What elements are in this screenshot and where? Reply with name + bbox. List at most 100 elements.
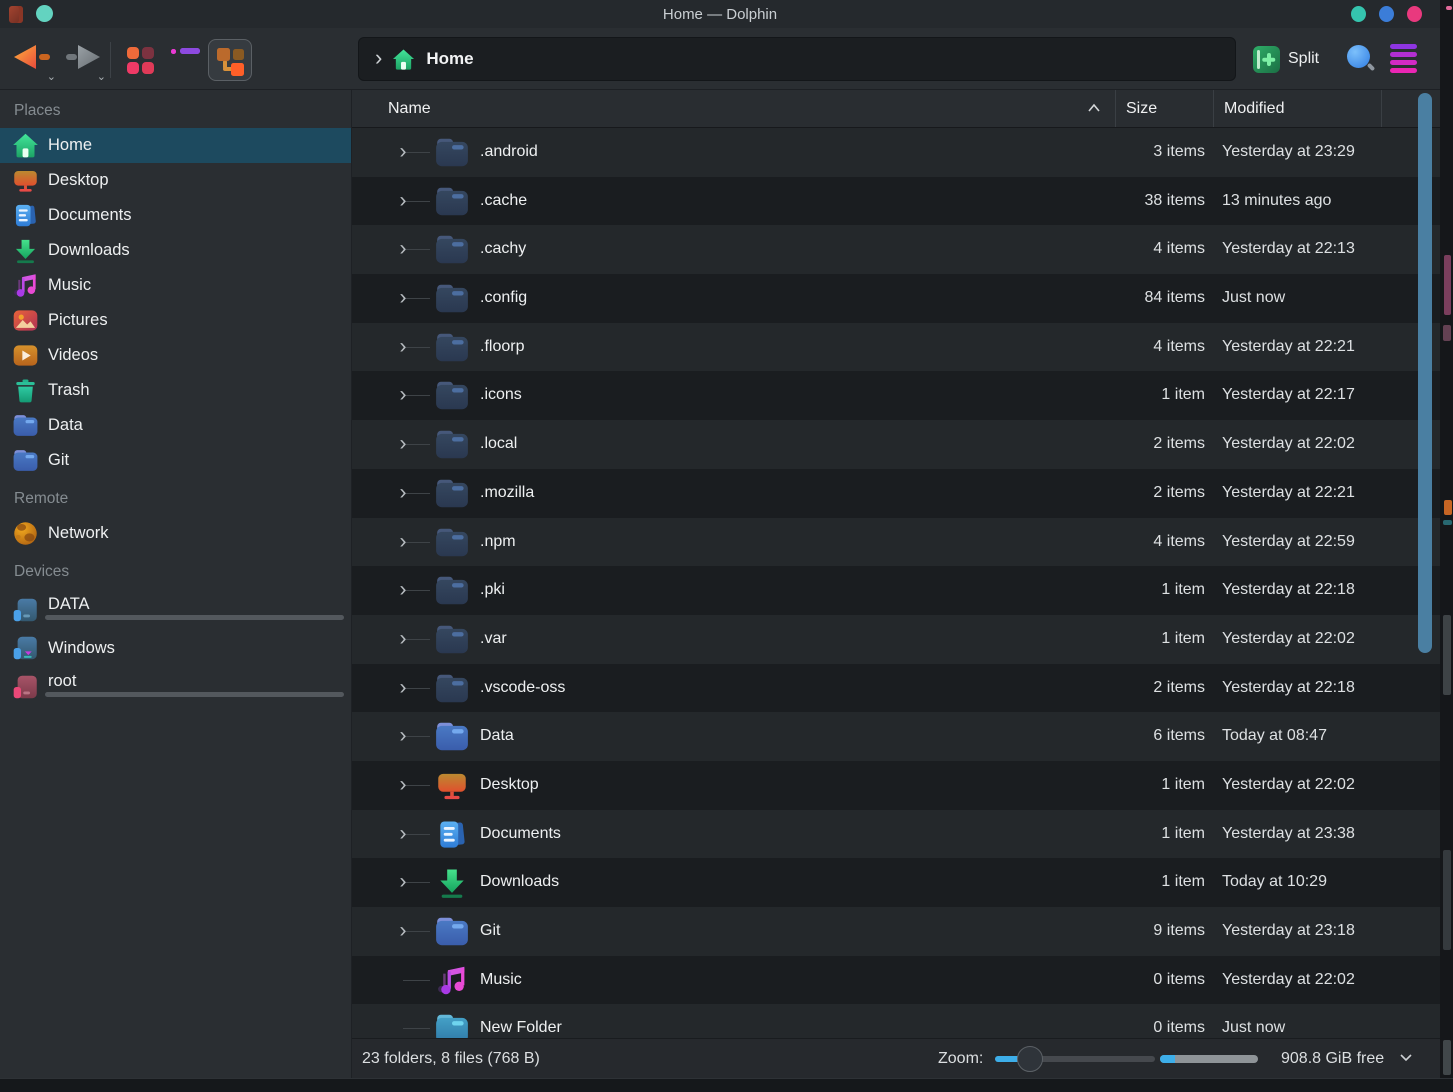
compact-view-button[interactable] xyxy=(163,39,207,81)
sidebar-section-header: Devices xyxy=(0,551,351,589)
expander-chevron-icon[interactable]: › xyxy=(394,136,412,168)
column-label: Modified xyxy=(1224,100,1284,118)
sidebar-item-pictures[interactable]: Pictures xyxy=(0,303,351,338)
expander-chevron-icon[interactable]: › xyxy=(394,331,412,363)
sidebar-item-documents[interactable]: Documents xyxy=(0,198,351,233)
pin-button[interactable] xyxy=(36,5,53,22)
drive-icon xyxy=(12,597,39,624)
table-row-.cache[interactable]: › .cache 38 items 13 minutes ago xyxy=(352,177,1440,226)
expander-chevron-icon[interactable]: › xyxy=(394,866,412,898)
sidebar-item-desktop[interactable]: Desktop xyxy=(0,163,351,198)
table-row-.vscode-oss[interactable]: › .vscode-oss 2 items Yesterday at 22:18 xyxy=(352,664,1440,713)
expander-chevron-icon[interactable]: › xyxy=(394,379,412,411)
forward-history-chevron-icon[interactable]: ⌄ xyxy=(97,70,106,83)
free-space-label[interactable]: 908.8 GiB free xyxy=(1281,1039,1384,1078)
file-modified: Yesterday at 22:59 xyxy=(1222,518,1355,567)
dolphin-window: Home — Dolphin ⌄ ⌄ xyxy=(0,0,1440,1078)
table-row-.icons[interactable]: › .icons 1 item Yesterday at 22:17 xyxy=(352,371,1440,420)
minimize-button[interactable] xyxy=(1351,6,1366,22)
expander-chevron-icon[interactable]: › xyxy=(394,623,412,655)
back-history-chevron-icon[interactable]: ⌄ xyxy=(47,70,56,83)
table-row-.var[interactable]: › .var 1 item Yesterday at 22:02 xyxy=(352,615,1440,664)
table-row-desktop[interactable]: › Desktop 1 item Yesterday at 22:02 xyxy=(352,761,1440,810)
expander-chevron-icon[interactable]: › xyxy=(394,915,412,947)
vertical-scrollbar[interactable] xyxy=(1412,90,1438,1038)
forward-button[interactable]: ⌄ xyxy=(62,39,106,79)
file-name: Data xyxy=(480,712,514,761)
expander-chevron-icon[interactable]: › xyxy=(394,818,412,850)
sidebar-item-network[interactable]: Network xyxy=(0,516,351,551)
expander-chevron-icon[interactable]: › xyxy=(394,720,412,752)
table-row-git[interactable]: › Git 9 items Yesterday at 23:18 xyxy=(352,907,1440,956)
table-row-.mozilla[interactable]: › .mozilla 2 items Yesterday at 22:21 xyxy=(352,469,1440,518)
column-header-size[interactable]: Size xyxy=(1115,90,1213,127)
column-header-name[interactable]: Name xyxy=(352,90,1115,127)
table-row-.android[interactable]: › .android 3 items Yesterday at 23:29 xyxy=(352,128,1440,177)
expander-chevron-icon[interactable]: › xyxy=(394,428,412,460)
file-modified: Yesterday at 23:38 xyxy=(1222,810,1355,859)
table-row-documents[interactable]: › Documents 1 item Yesterday at 23:38 xyxy=(352,810,1440,859)
table-row-new-folder[interactable]: New Folder 0 items Just now xyxy=(352,1004,1440,1038)
sidebar-item-git[interactable]: Git xyxy=(0,443,351,478)
back-icon-dash xyxy=(39,54,50,60)
table-row-music[interactable]: Music 0 items Yesterday at 22:02 xyxy=(352,956,1440,1005)
sidebar-item-label: Network xyxy=(48,524,109,543)
home-icon xyxy=(392,48,415,71)
scrollbar-thumb[interactable] xyxy=(1418,93,1432,653)
split-button[interactable]: Split xyxy=(1253,44,1319,74)
free-space-chevron-icon[interactable] xyxy=(1398,1051,1414,1063)
table-row-.local[interactable]: › .local 2 items Yesterday at 22:02 xyxy=(352,420,1440,469)
sidebar-item-trash[interactable]: Trash xyxy=(0,373,351,408)
table-row-.cachy[interactable]: › .cachy 4 items Yesterday at 22:13 xyxy=(352,225,1440,274)
table-row-.floorp[interactable]: › .floorp 4 items Yesterday at 22:21 xyxy=(352,323,1440,372)
sidebar-item-data[interactable]: DATA xyxy=(0,589,351,631)
hamburger-menu-button[interactable] xyxy=(1390,44,1422,74)
file-name: Git xyxy=(480,907,500,956)
icons-view-button[interactable] xyxy=(118,39,162,81)
location-bar[interactable]: › Home xyxy=(358,37,1236,81)
file-size: 9 items xyxy=(962,907,1205,956)
expander-chevron-icon[interactable]: › xyxy=(394,769,412,801)
sidebar-item-videos[interactable]: Videos xyxy=(0,338,351,373)
expander-chevron-icon[interactable]: › xyxy=(394,672,412,704)
sidebar-item-root[interactable]: root xyxy=(0,666,351,708)
expander-chevron-icon[interactable]: › xyxy=(394,526,412,558)
file-modified: Yesterday at 22:13 xyxy=(1222,225,1355,274)
expander-chevron-icon[interactable]: › xyxy=(394,574,412,606)
zoom-slider-handle[interactable] xyxy=(1017,1046,1043,1072)
expander-chevron-icon[interactable]: › xyxy=(394,233,412,265)
expander-chevron-icon[interactable]: › xyxy=(394,477,412,509)
maximize-button[interactable] xyxy=(1379,6,1394,22)
desktop-icon xyxy=(434,769,470,802)
sidebar-item-downloads[interactable]: Downloads xyxy=(0,233,351,268)
sidebar-item-windows[interactable]: Windows xyxy=(0,631,351,666)
column-header-modified[interactable]: Modified xyxy=(1213,90,1381,127)
desktop-fragment xyxy=(1444,255,1451,315)
table-row-data[interactable]: › Data 6 items Today at 08:47 xyxy=(352,712,1440,761)
table-row-downloads[interactable]: › Downloads 1 item Today at 10:29 xyxy=(352,858,1440,907)
zoom-slider[interactable] xyxy=(995,1056,1155,1062)
details-view-button[interactable] xyxy=(208,39,252,81)
details-view-icon xyxy=(217,48,245,76)
search-button[interactable] xyxy=(1344,43,1376,75)
sidebar-section-header: Remote xyxy=(0,478,351,516)
breadcrumb-chevron-icon[interactable]: › xyxy=(375,45,382,71)
statusbar: 23 folders, 8 files (768 B) Zoom: 908.8 … xyxy=(352,1038,1440,1078)
breadcrumb-location[interactable]: Home xyxy=(426,49,473,69)
sidebar-item-data[interactable]: Data xyxy=(0,408,351,443)
search-icon-handle xyxy=(1367,63,1375,71)
table-row-.pki[interactable]: › .pki 1 item Yesterday at 22:18 xyxy=(352,566,1440,615)
tree-guide-dash xyxy=(403,980,430,981)
sidebar-item-home[interactable]: Home xyxy=(0,128,351,163)
file-modified: Yesterday at 22:02 xyxy=(1222,761,1355,810)
file-size: 3 items xyxy=(962,128,1205,177)
close-button[interactable] xyxy=(1407,6,1422,22)
back-button[interactable]: ⌄ xyxy=(12,39,56,79)
table-row-.npm[interactable]: › .npm 4 items Yesterday at 22:59 xyxy=(352,518,1440,567)
sidebar-item-music[interactable]: Music xyxy=(0,268,351,303)
expander-chevron-icon[interactable]: › xyxy=(394,185,412,217)
folder-icon xyxy=(12,412,39,439)
sidebar-item-label: Music xyxy=(48,276,91,295)
table-row-.config[interactable]: › .config 84 items Just now xyxy=(352,274,1440,323)
expander-chevron-icon[interactable]: › xyxy=(394,282,412,314)
